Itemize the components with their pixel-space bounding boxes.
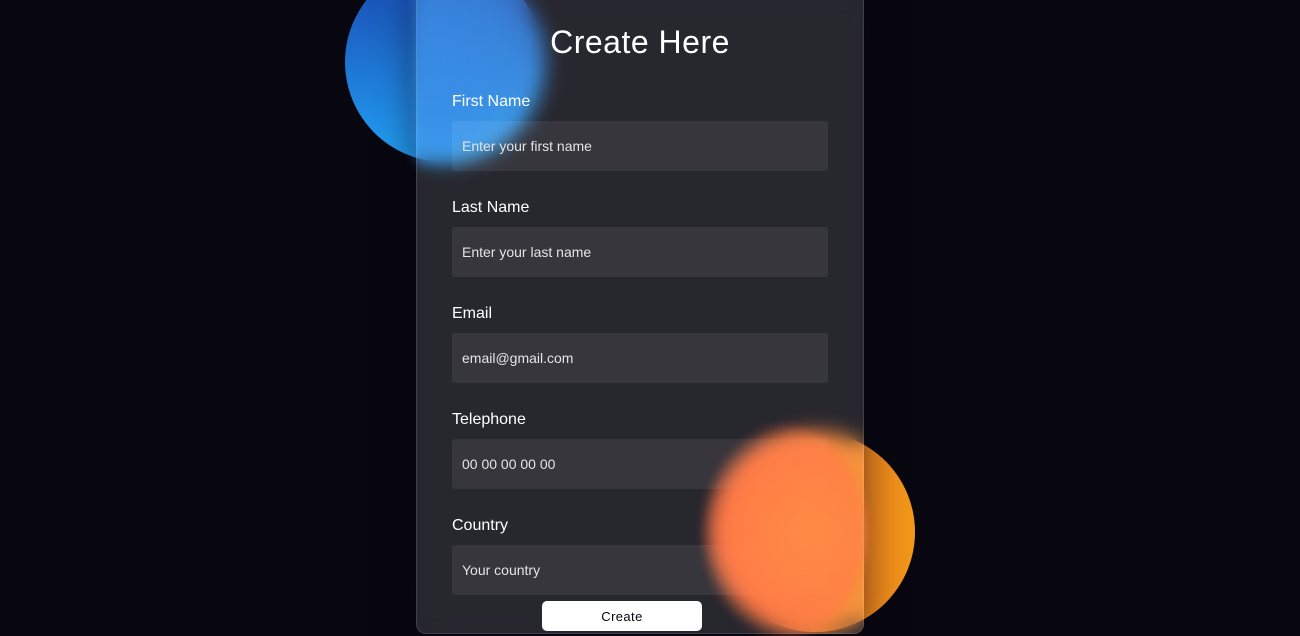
email-label: Email (452, 305, 493, 322)
first-name-input[interactable] (452, 121, 828, 171)
last-name-input[interactable] (452, 227, 828, 277)
country-input[interactable] (452, 545, 828, 595)
email-input[interactable] (452, 333, 828, 383)
create-button[interactable]: Create (542, 601, 702, 631)
telephone-input[interactable] (452, 439, 828, 489)
telephone-label: Telephone (452, 411, 526, 428)
first-name-label: First Name (452, 93, 531, 110)
form-title: Create Here (550, 24, 730, 60)
page-stage: Create Here First Name Last Name Email T… (0, 0, 1300, 636)
country-label: Country (452, 517, 509, 534)
last-name-label: Last Name (452, 199, 530, 216)
